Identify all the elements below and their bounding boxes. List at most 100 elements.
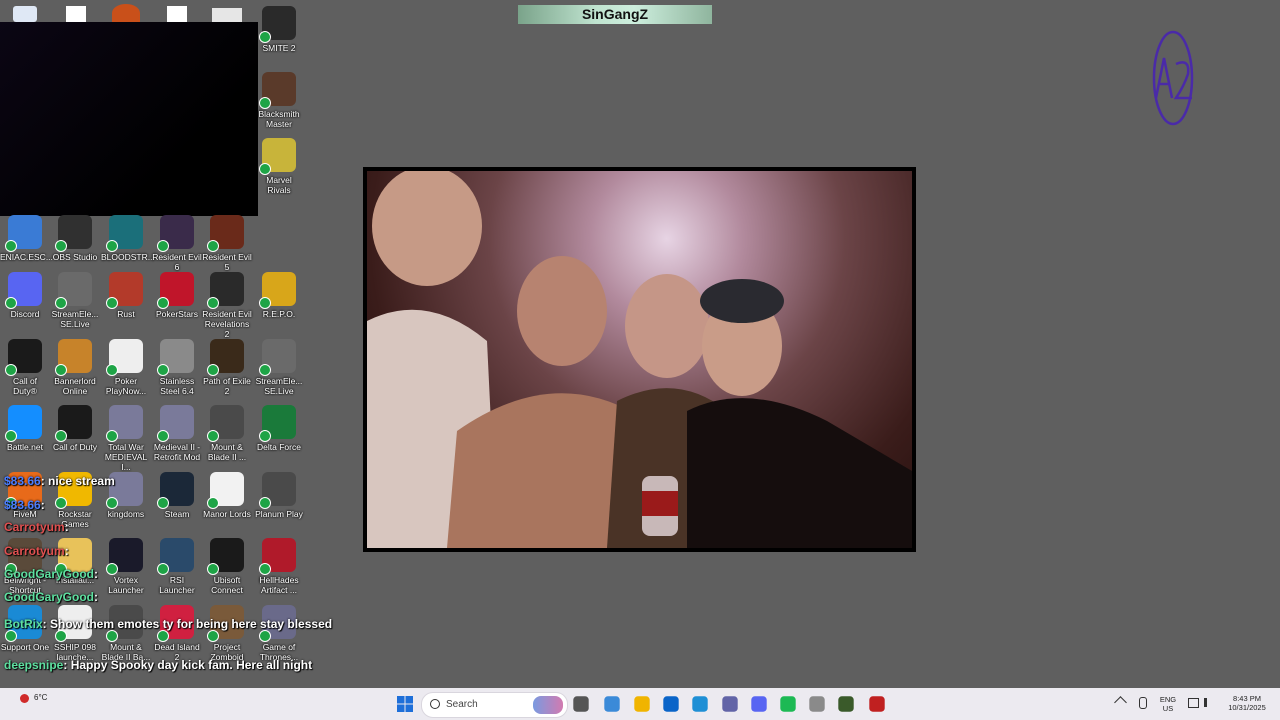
app-icon xyxy=(259,72,296,109)
desktop-icon[interactable]: HellHades Artifact ... xyxy=(254,538,304,595)
taskbar-app-button[interactable] xyxy=(604,696,620,712)
desktop-icon-label: Path of Exile 2 xyxy=(203,376,251,396)
chat-username: $83.66 xyxy=(4,498,41,512)
desktop-icon[interactable]: Steam xyxy=(152,472,202,519)
partial-icon[interactable] xyxy=(66,6,86,22)
desktop-icon[interactable]: Call of Duty xyxy=(50,405,100,452)
network-icon[interactable] xyxy=(1188,698,1199,708)
desktop-icon[interactable]: Discord xyxy=(0,272,50,319)
taskbar-app-button[interactable] xyxy=(692,696,708,712)
search-highlight-icon xyxy=(533,696,563,714)
desktop-icon-label: StreamEle... SE.Live xyxy=(255,376,303,396)
desktop-icon[interactable]: Bannerlord Online xyxy=(50,339,100,396)
desktop-icon-label: Total War MEDIEVAL I... xyxy=(104,442,148,472)
sync-check-icon xyxy=(5,364,17,376)
desktop-icon[interactable]: Path of Exile 2 xyxy=(202,339,252,396)
mic-icon[interactable] xyxy=(1139,697,1147,709)
desktop-icon[interactable]: SMITE 2 xyxy=(254,6,304,53)
desktop-icon[interactable]: Poker PlayNow... xyxy=(101,339,151,396)
desktop-icon[interactable]: Resident Evil Revelations 2 xyxy=(202,272,252,339)
sync-check-icon xyxy=(106,497,118,509)
weather-widget[interactable]: 6°C xyxy=(14,692,74,716)
desktop-icon-label: Medieval II - Retrofit Mod xyxy=(153,442,201,462)
taskbar-app-button[interactable] xyxy=(751,696,767,712)
partial-icon[interactable] xyxy=(167,6,187,22)
desktop-icon-label: Discord xyxy=(10,309,40,319)
taskbar-app-button[interactable] xyxy=(663,696,679,712)
chat-username: Carrotyum xyxy=(4,544,65,558)
desktop-icon-label: Rust xyxy=(117,309,135,319)
chat-message: Carrotyum: xyxy=(4,544,69,558)
desktop-icon-label: Poker PlayNow... xyxy=(105,376,147,396)
desktop-icon[interactable]: Resident Evil 6 xyxy=(152,215,202,272)
partial-icon[interactable] xyxy=(112,4,140,22)
app-icon xyxy=(207,272,244,309)
desktop-icon[interactable]: Vortex Launcher xyxy=(101,538,151,595)
taskbar-app-button[interactable] xyxy=(809,696,825,712)
taskbar-app-button[interactable] xyxy=(573,696,589,712)
volume-icon[interactable] xyxy=(1204,698,1216,707)
desktop-icon[interactable]: Medieval II - Retrofit Mod xyxy=(152,405,202,462)
desktop-icon-label: RSI Launcher xyxy=(159,575,195,595)
photo-frame xyxy=(363,167,916,552)
taskbar-app-button[interactable] xyxy=(869,696,885,712)
desktop-icon[interactable]: BLOODSTR... xyxy=(101,215,155,262)
chat-username: BotRix xyxy=(4,617,43,631)
desktop-icon[interactable]: Marvel Rivals xyxy=(254,138,304,195)
desktop-icon[interactable]: Blacksmith Master xyxy=(254,72,304,129)
chat-message: Carrotyum: xyxy=(4,520,69,534)
desktop-icon[interactable]: Manor Lords xyxy=(202,472,252,519)
chat-text: : xyxy=(64,544,69,558)
app-icon xyxy=(259,6,296,43)
app-icon xyxy=(5,405,42,442)
group-photo xyxy=(367,171,912,548)
taskbar-app-button[interactable] xyxy=(780,696,796,712)
desktop-icon-label: Resident Evil 5 xyxy=(202,252,252,272)
desktop-icon[interactable]: Stainless Steel 6.4 xyxy=(152,339,202,396)
desktop-icon[interactable]: Mount & Blade II ... xyxy=(202,405,252,462)
desktop-icon-label: R.E.P.O. xyxy=(262,309,296,319)
chat-text: : xyxy=(40,498,45,512)
desktop-icon[interactable]: StreamEle... SE.Live xyxy=(50,272,100,329)
desktop-icon[interactable]: Rust xyxy=(101,272,151,319)
app-icon xyxy=(259,138,296,175)
desktop-icon[interactable]: Delta Force xyxy=(254,405,304,452)
desktop-icon[interactable]: Resident Evil 5 xyxy=(202,215,252,272)
chat-text: : xyxy=(94,567,98,581)
desktop-icon[interactable]: Planum Play xyxy=(254,472,304,519)
desktop-icon-label: BLOODSTR... xyxy=(101,252,155,262)
desktop-icon[interactable]: PokerStars xyxy=(152,272,202,319)
sync-check-icon xyxy=(259,163,271,175)
clock-time: 8:43 PM xyxy=(1233,694,1261,703)
clock[interactable]: 8:43 PM 10/31/2025 xyxy=(1222,694,1272,712)
app-icon xyxy=(259,538,296,575)
taskbar-search[interactable]: Search xyxy=(421,692,568,718)
desktop-icon[interactable]: RSI Launcher xyxy=(152,538,202,595)
chat-text: : Happy Spooky day kick fam. Here all ni… xyxy=(63,658,313,672)
taskbar-app-button[interactable] xyxy=(634,696,650,712)
taskbar-app-button[interactable] xyxy=(722,696,738,712)
sync-check-icon xyxy=(207,240,219,252)
language-indicator[interactable]: ENG US xyxy=(1156,695,1180,713)
taskbar-app-button[interactable] xyxy=(838,696,854,712)
desktop-icon-label: ENIAC.ESC... xyxy=(0,252,53,262)
desktop-icon[interactable]: OBS Studio xyxy=(50,215,100,262)
app-icon xyxy=(5,339,42,376)
chat-text: : nice stream xyxy=(40,474,115,488)
partial-icon[interactable] xyxy=(13,6,37,22)
desktop-icon[interactable]: R.E.P.O. xyxy=(254,272,304,319)
desktop-icon[interactable]: ENIAC.ESC... xyxy=(0,215,53,262)
desktop-icon-label: Resident Evil Revelations 2 xyxy=(202,309,252,339)
sync-check-icon xyxy=(106,297,118,309)
partial-icon[interactable] xyxy=(212,8,242,22)
start-button[interactable] xyxy=(394,693,416,715)
desktop-icon[interactable]: Total War MEDIEVAL I... xyxy=(101,405,151,472)
sync-check-icon xyxy=(207,364,219,376)
desktop-icon[interactable]: Call of Duty® xyxy=(0,339,50,396)
desktop-icon[interactable]: Ubisoft Connect xyxy=(202,538,252,595)
desktop-icon[interactable]: StreamEle... SE.Live xyxy=(254,339,304,396)
desktop-icon[interactable]: Battle.net xyxy=(0,405,50,452)
tray-chevron-icon[interactable] xyxy=(1114,696,1127,709)
desktop-icon-label: Marvel Rivals xyxy=(266,175,292,195)
desktop-icon-label: Stainless Steel 6.4 xyxy=(159,376,195,396)
